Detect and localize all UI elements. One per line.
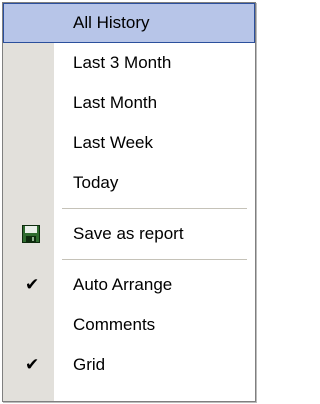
menu-item-label: Last Week [73, 133, 154, 152]
menu-item-label: Save as report [73, 224, 184, 243]
menu-separator [3, 254, 255, 265]
menu-item-label: Last 3 Month [73, 53, 172, 72]
floppy-disk-icon [22, 225, 40, 243]
menu-item-last-3-month[interactable]: Last 3 Month [3, 43, 255, 83]
menu-item-label: All History [73, 13, 150, 32]
menu-item-auto-arrange[interactable]: ✔ Auto Arrange [3, 265, 255, 305]
menu-item-comments[interactable]: Comments [3, 305, 255, 345]
menu-item-last-week[interactable]: Last Week [3, 123, 255, 163]
checkmark-icon: ✔ [25, 275, 40, 294]
menu-item-label: Auto Arrange [73, 275, 173, 294]
menu-item-label: Comments [73, 315, 156, 334]
menu-item-label: Today [73, 173, 119, 192]
checkmark-icon: ✔ [25, 355, 40, 374]
context-menu: All History Last 3 Month Last Month Last… [2, 2, 256, 402]
menu-item-save-as-report[interactable]: Save as report [3, 214, 255, 254]
menu-item-last-month[interactable]: Last Month [3, 83, 255, 123]
menu-separator [3, 203, 255, 214]
menu-item-label: Last Month [73, 93, 158, 112]
menu-items: All History Last 3 Month Last Month Last… [3, 3, 255, 385]
menu-item-label: Grid [73, 355, 106, 374]
menu-item-all-history[interactable]: All History [3, 3, 255, 43]
menu-item-today[interactable]: Today [3, 163, 255, 203]
menu-item-grid[interactable]: ✔ Grid [3, 345, 255, 385]
